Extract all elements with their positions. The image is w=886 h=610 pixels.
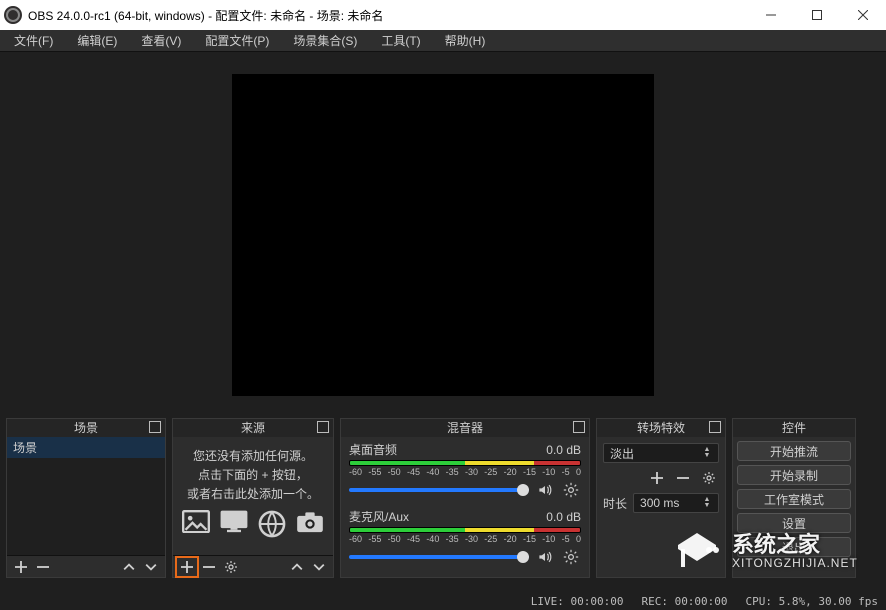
scenes-dock: 场景 场景 bbox=[6, 418, 166, 578]
mixer-ticks: -60-55-50-45-40-35-30-25-20-15-10-50 bbox=[349, 467, 581, 477]
mixer-channel: 麦克风/Aux 0.0 dB -60-55-50-45-40-35-30-25-… bbox=[341, 506, 589, 569]
controls-header[interactable]: 控件 bbox=[733, 419, 855, 437]
duration-value: 300 ms bbox=[640, 496, 679, 510]
volume-slider[interactable] bbox=[349, 488, 529, 492]
mixer-channel-db: 0.0 dB bbox=[546, 510, 581, 524]
mixer-dock: 混音器 桌面音频 0.0 dB -60-55-50-45-40-35-30-25… bbox=[340, 418, 590, 578]
transitions-dock: 转场特效 淡出 ▲▼ 时长 300 ms ▲▼ bbox=[596, 418, 726, 578]
status-bar: LIVE: 00:00:00 REC: 00:00:00 CPU: 5.8%, … bbox=[0, 592, 886, 610]
menu-tools[interactable]: 工具(T) bbox=[369, 30, 432, 51]
app-icon bbox=[4, 6, 22, 24]
menubar: 文件(F) 编辑(E) 查看(V) 配置文件(P) 场景集合(S) 工具(T) … bbox=[0, 30, 886, 52]
transition-properties-button[interactable] bbox=[699, 469, 719, 487]
mixer-ticks: -60-55-50-45-40-35-30-25-20-15-10-50 bbox=[349, 534, 581, 544]
scenes-title: 场景 bbox=[74, 421, 98, 435]
popout-icon[interactable] bbox=[573, 421, 585, 433]
source-properties-button[interactable] bbox=[221, 558, 241, 576]
globe-icon bbox=[258, 510, 286, 534]
menu-edit[interactable]: 编辑(E) bbox=[65, 30, 129, 51]
preview-area bbox=[6, 58, 880, 412]
add-scene-button[interactable] bbox=[11, 558, 31, 576]
sources-empty-line: 您还没有添加任何源。 bbox=[193, 447, 313, 464]
status-rec: REC: 00:00:00 bbox=[641, 595, 727, 608]
close-button[interactable] bbox=[840, 0, 886, 30]
popout-icon[interactable] bbox=[709, 421, 721, 433]
camera-icon bbox=[296, 510, 324, 534]
remove-source-button[interactable] bbox=[199, 558, 219, 576]
mixer-title: 混音器 bbox=[447, 421, 483, 435]
sources-type-icons bbox=[182, 510, 324, 534]
exit-button[interactable]: 退出 bbox=[737, 537, 851, 557]
gear-icon[interactable] bbox=[561, 547, 581, 567]
transitions-title: 转场特效 bbox=[637, 421, 685, 435]
mixer-channel-name: 麦克风/Aux bbox=[349, 508, 409, 525]
menu-view[interactable]: 查看(V) bbox=[129, 30, 193, 51]
minimize-button[interactable] bbox=[748, 0, 794, 30]
source-up-button[interactable] bbox=[287, 558, 307, 576]
add-source-button[interactable] bbox=[177, 558, 197, 576]
mixer-meter bbox=[349, 460, 581, 466]
popout-icon[interactable] bbox=[317, 421, 329, 433]
scene-list[interactable]: 场景 bbox=[7, 437, 165, 555]
mixer-channel: 桌面音频 0.0 dB -60-55-50-45-40-35-30-25-20-… bbox=[341, 439, 589, 502]
duration-input[interactable]: 300 ms ▲▼ bbox=[633, 493, 719, 513]
source-down-button[interactable] bbox=[309, 558, 329, 576]
window-titlebar: OBS 24.0.0-rc1 (64-bit, windows) - 配置文件:… bbox=[0, 0, 886, 30]
settings-button[interactable]: 设置 bbox=[737, 513, 851, 533]
remove-transition-button[interactable] bbox=[673, 469, 693, 487]
maximize-button[interactable] bbox=[794, 0, 840, 30]
menu-file[interactable]: 文件(F) bbox=[2, 30, 65, 51]
mixer-channel-name: 桌面音频 bbox=[349, 441, 397, 458]
scene-item[interactable]: 场景 bbox=[7, 437, 165, 458]
scenes-header[interactable]: 场景 bbox=[7, 419, 165, 437]
studio-mode-button[interactable]: 工作室模式 bbox=[737, 489, 851, 509]
sources-empty-line: 或者右击此处添加一个。 bbox=[187, 485, 319, 502]
window-title: OBS 24.0.0-rc1 (64-bit, windows) - 配置文件:… bbox=[28, 7, 383, 24]
transitions-header[interactable]: 转场特效 bbox=[597, 419, 725, 437]
sources-header[interactable]: 来源 bbox=[173, 419, 333, 437]
speaker-icon[interactable] bbox=[535, 547, 555, 567]
gear-icon[interactable] bbox=[561, 480, 581, 500]
popout-icon[interactable] bbox=[149, 421, 161, 433]
start-recording-button[interactable]: 开始录制 bbox=[737, 465, 851, 485]
image-icon bbox=[182, 510, 210, 534]
duration-label: 时长 bbox=[603, 495, 627, 512]
scene-up-button[interactable] bbox=[119, 558, 139, 576]
start-streaming-button[interactable]: 开始推流 bbox=[737, 441, 851, 461]
sources-toolbar bbox=[173, 555, 333, 577]
sources-dock: 来源 您还没有添加任何源。 点击下面的 + 按钮， 或者右击此处添加一个。 bbox=[172, 418, 334, 578]
sources-empty[interactable]: 您还没有添加任何源。 点击下面的 + 按钮， 或者右击此处添加一个。 bbox=[173, 437, 333, 555]
add-transition-button[interactable] bbox=[647, 469, 667, 487]
controls-title: 控件 bbox=[782, 421, 806, 435]
scenes-toolbar bbox=[7, 555, 165, 577]
transition-selected: 淡出 bbox=[610, 445, 634, 462]
chevron-updown-icon: ▲▼ bbox=[698, 444, 716, 462]
controls-dock: 控件 开始推流 开始录制 工作室模式 设置 退出 bbox=[732, 418, 856, 578]
remove-scene-button[interactable] bbox=[33, 558, 53, 576]
menu-help[interactable]: 帮助(H) bbox=[433, 30, 498, 51]
preview-canvas[interactable] bbox=[233, 75, 653, 395]
speaker-icon[interactable] bbox=[535, 480, 555, 500]
scene-down-button[interactable] bbox=[141, 558, 161, 576]
status-cpu: CPU: 5.8%, 30.00 fps bbox=[746, 595, 878, 608]
mixer-channel-db: 0.0 dB bbox=[546, 443, 581, 457]
menu-profile[interactable]: 配置文件(P) bbox=[193, 30, 281, 51]
menu-scene-collection[interactable]: 场景集合(S) bbox=[281, 30, 369, 51]
display-icon bbox=[220, 510, 248, 534]
mixer-meter bbox=[349, 527, 581, 533]
chevron-updown-icon: ▲▼ bbox=[698, 494, 716, 512]
mixer-header[interactable]: 混音器 bbox=[341, 419, 589, 437]
sources-title: 来源 bbox=[241, 421, 265, 435]
transition-select[interactable]: 淡出 ▲▼ bbox=[603, 443, 719, 463]
status-live: LIVE: 00:00:00 bbox=[531, 595, 624, 608]
sources-empty-line: 点击下面的 + 按钮， bbox=[198, 466, 308, 483]
volume-slider[interactable] bbox=[349, 555, 529, 559]
